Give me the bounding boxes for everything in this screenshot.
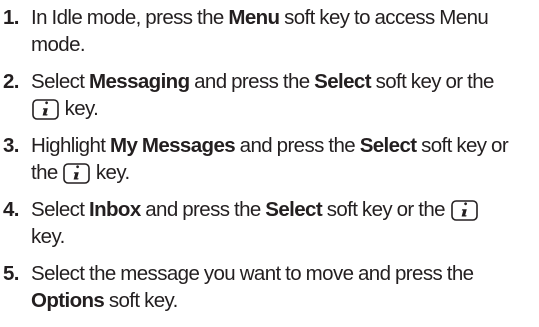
step-2: 2. Select Messaging and press the Select… bbox=[0, 68, 539, 122]
menu-key-label: Menu bbox=[228, 6, 280, 29]
select-key-label: Select bbox=[265, 198, 323, 221]
info-i-key-icon bbox=[450, 200, 478, 221]
step-text: soft key or the bbox=[370, 70, 495, 93]
select-key-label: Select bbox=[314, 70, 371, 93]
step-number: 1. bbox=[3, 6, 20, 29]
step-3: 3. Highlight My Messages and press the S… bbox=[0, 132, 539, 186]
options-key-label: Options bbox=[31, 289, 105, 312]
step-text: Highlight bbox=[31, 134, 110, 157]
step-text: key. bbox=[91, 161, 130, 184]
info-i-key-icon bbox=[32, 99, 59, 120]
select-key-label: Select bbox=[359, 134, 417, 157]
step-number: 4. bbox=[3, 198, 20, 221]
messaging-label: Messaging bbox=[88, 70, 190, 93]
step-number: 3. bbox=[3, 134, 20, 157]
info-i-key-icon bbox=[63, 163, 91, 184]
step-text: In Idle mode, press the bbox=[31, 6, 229, 29]
my-messages-label: My Messages bbox=[109, 134, 236, 157]
step-text: soft key or the bbox=[322, 198, 450, 221]
step-text: key. bbox=[60, 97, 99, 120]
step-text: soft key. bbox=[104, 289, 179, 312]
step-4: 4. Select Inbox and press the Select sof… bbox=[0, 196, 539, 250]
step-number: 2. bbox=[3, 70, 20, 93]
inbox-label: Inbox bbox=[88, 198, 141, 221]
step-text: Select the message you want to move and … bbox=[31, 262, 474, 285]
step-5: 5. Select the message you want to move a… bbox=[0, 260, 539, 314]
step-text: Select bbox=[31, 198, 89, 221]
step-text: and press the bbox=[189, 70, 315, 93]
step-1: 1. In Idle mode, press the Menu soft key… bbox=[0, 4, 539, 58]
instruction-steps: 1. In Idle mode, press the Menu soft key… bbox=[0, 0, 539, 314]
step-text: and press the bbox=[140, 198, 266, 221]
step-text: Select bbox=[31, 70, 89, 93]
step-text: and press the bbox=[235, 134, 360, 157]
step-text: key. bbox=[31, 225, 65, 248]
step-number: 5. bbox=[3, 262, 20, 285]
